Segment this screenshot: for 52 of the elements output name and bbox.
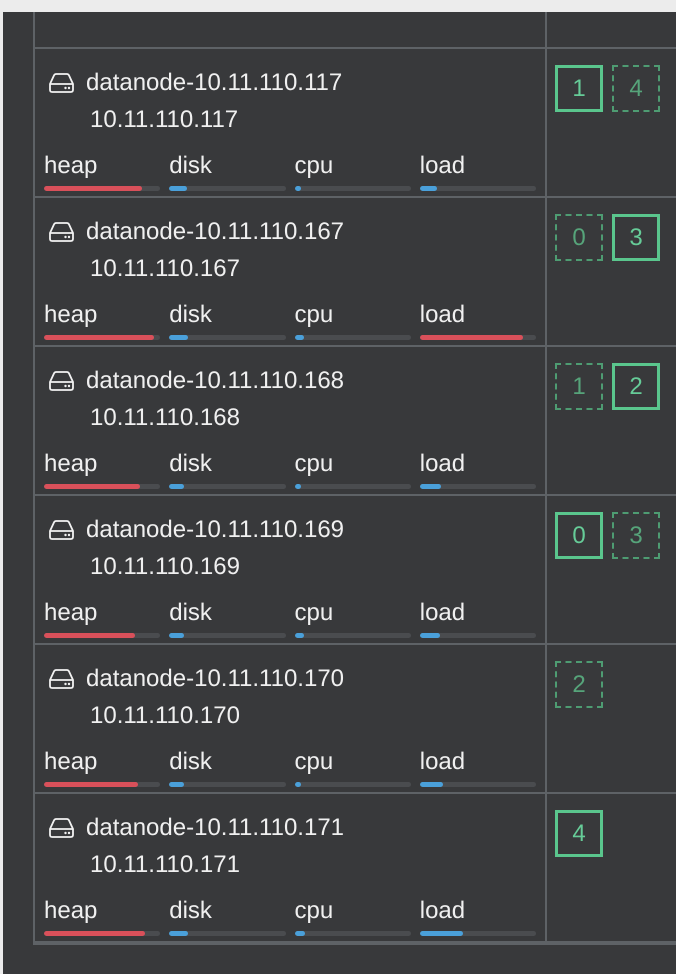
metric-label: heap: [44, 301, 98, 329]
node-name: datanode-10.11.110.167: [86, 218, 344, 246]
metric-label: disk: [169, 450, 212, 478]
metric-label: disk: [169, 152, 212, 180]
shard-button[interactable]: 2: [612, 363, 660, 410]
node-address: 10.11.110.171: [90, 851, 240, 879]
node-name: datanode-10.11.110.117: [86, 69, 342, 97]
shard-button[interactable]: 1: [555, 65, 603, 112]
hard-drive-icon: [49, 818, 74, 838]
node-name: datanode-10.11.110.168: [86, 367, 344, 395]
node-address: 10.11.110.117: [90, 106, 238, 134]
metric-label: load: [420, 301, 466, 329]
shard-button[interactable]: 0: [555, 214, 603, 261]
metric-label: cpu: [294, 897, 334, 925]
shard-button[interactable]: 3: [612, 214, 660, 261]
node-address: 10.11.110.167: [90, 255, 240, 283]
metric-label: load: [420, 748, 466, 776]
hard-drive-icon: [49, 520, 74, 540]
hard-drive-icon: [49, 669, 74, 689]
shard-button[interactable]: 0: [555, 512, 603, 559]
node-name: datanode-10.11.110.171: [86, 814, 344, 842]
metric-label: load: [420, 599, 466, 627]
metric-label: heap: [44, 897, 98, 925]
hard-drive-icon: [49, 222, 74, 242]
shard-button[interactable]: 2: [555, 661, 603, 708]
metric-label: disk: [169, 599, 212, 627]
shard-button[interactable]: 4: [555, 810, 603, 857]
node-name: datanode-10.11.110.170: [86, 665, 344, 693]
metric-label: cpu: [294, 301, 334, 329]
shard-button[interactable]: 1: [555, 363, 603, 410]
metric-label: heap: [44, 599, 98, 627]
metric-label: disk: [169, 897, 212, 925]
metric-label: disk: [169, 748, 212, 776]
metric-label: cpu: [294, 748, 334, 776]
hard-drive-icon: [49, 371, 74, 391]
node-name: datanode-10.11.110.169: [86, 516, 344, 544]
metric-label: cpu: [294, 450, 334, 478]
node-address: 10.11.110.169: [90, 553, 240, 581]
node-address: 10.11.110.170: [90, 702, 240, 730]
metric-label: disk: [169, 301, 212, 329]
metric-label: cpu: [294, 152, 334, 180]
metric-label: load: [420, 897, 466, 925]
node-address: 10.11.110.168: [90, 404, 240, 432]
shard-button[interactable]: 3: [612, 512, 660, 559]
metric-label: cpu: [294, 599, 334, 627]
hard-drive-icon: [49, 73, 74, 93]
metric-label: heap: [44, 450, 98, 478]
metric-label: heap: [44, 748, 98, 776]
shard-button[interactable]: 4: [612, 65, 660, 112]
metric-label: heap: [44, 152, 98, 180]
metric-label: load: [420, 450, 466, 478]
metric-label: load: [420, 152, 466, 180]
